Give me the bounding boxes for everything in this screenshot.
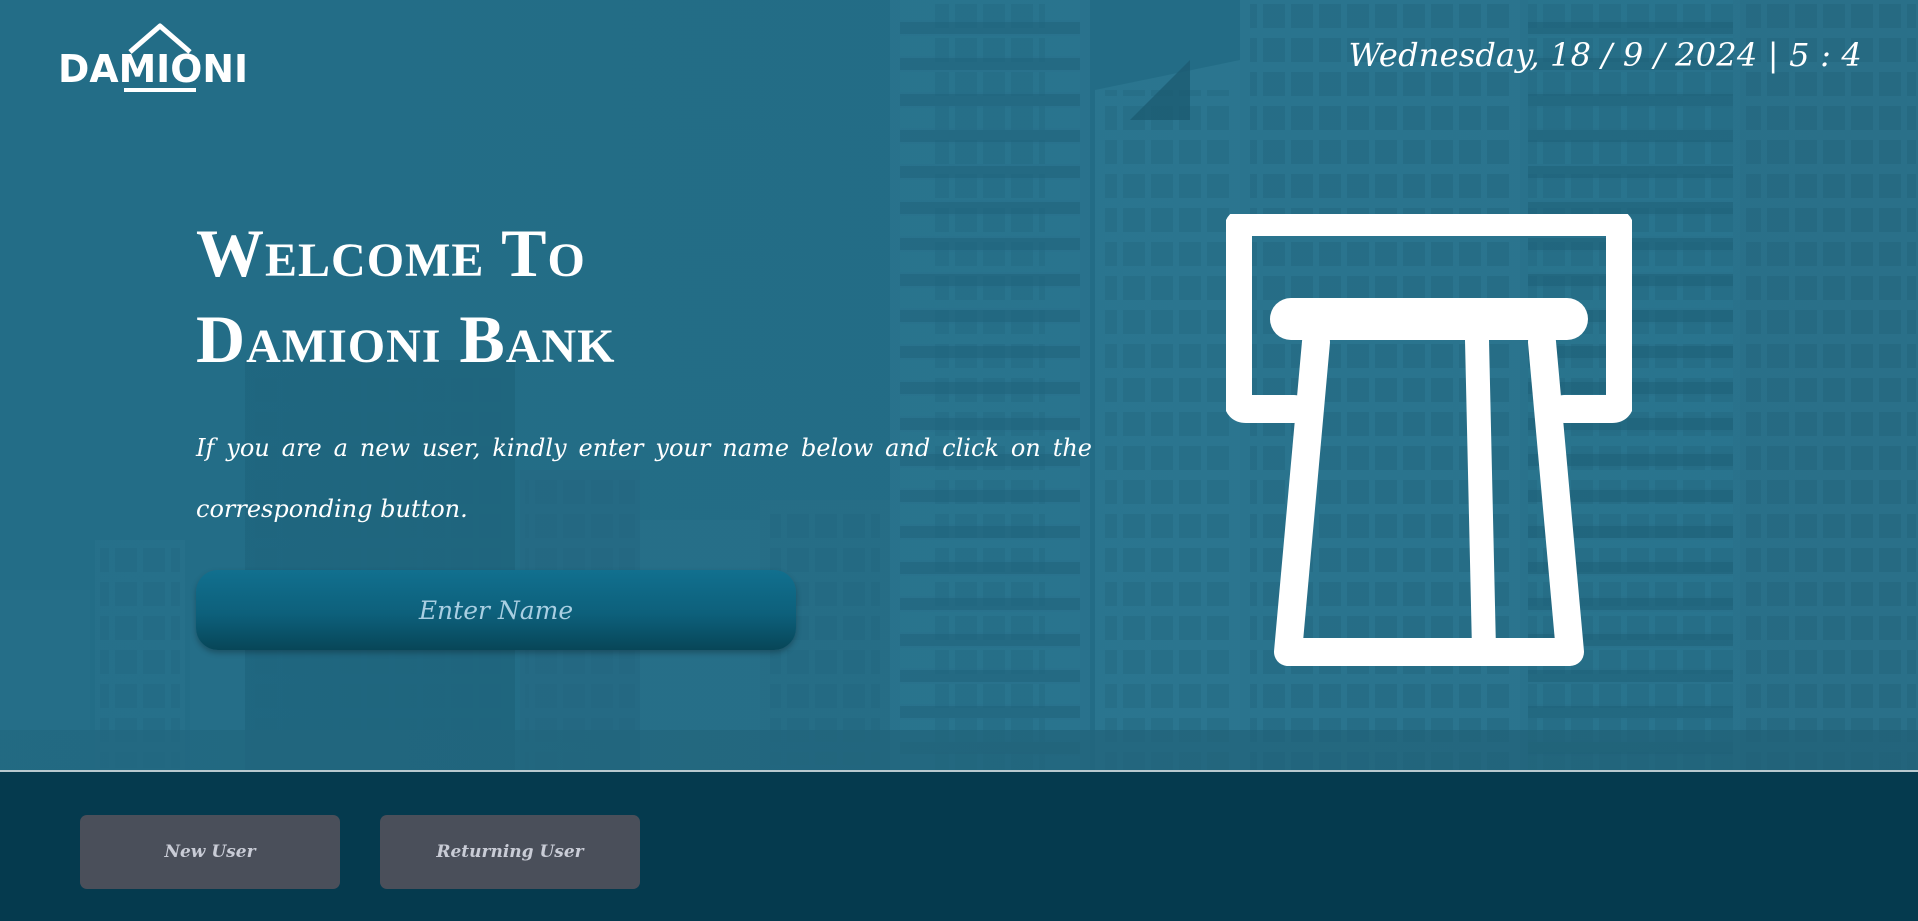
name-input[interactable]	[196, 570, 796, 650]
damioni-logo: DAMIONI	[58, 23, 248, 92]
new-user-button[interactable]: New User	[80, 815, 340, 889]
date-time-display: Wednesday, 18 / 9 / 2024 | 5 : 4	[1348, 36, 1862, 74]
welcome-heading: Welcome To Damioni Bank	[196, 210, 615, 382]
returning-user-button[interactable]: Returning User	[380, 815, 640, 889]
welcome-page: DAMIONI Wednesday, 18 / 9 / 2024 | 5 : 4…	[0, 0, 1918, 921]
footer-bar: New User Returning User	[0, 772, 1918, 921]
atm-icon	[1226, 214, 1632, 666]
instruction-text: If you are a new user, kindly enter your…	[196, 434, 1092, 523]
welcome-heading-line1: Welcome To	[196, 215, 586, 291]
hero-section: DAMIONI Wednesday, 18 / 9 / 2024 | 5 : 4…	[0, 0, 1918, 771]
welcome-heading-line2: Damioni Bank	[196, 301, 616, 377]
logo-wordmark: DAMIONI	[58, 47, 248, 91]
